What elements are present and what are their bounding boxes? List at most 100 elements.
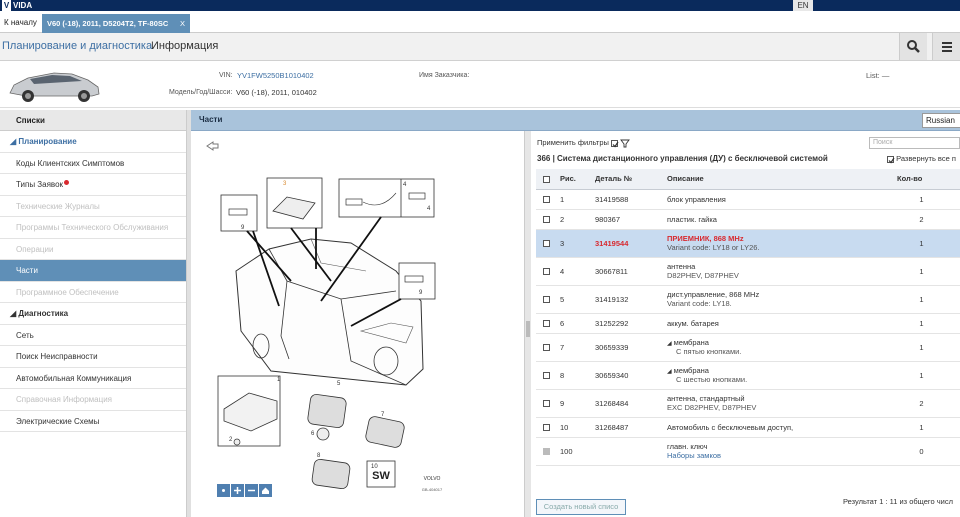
sidebar-item[interactable]: Сеть <box>0 325 186 346</box>
sidebar-item-label: Справочная Информация <box>16 395 113 404</box>
sidebar-item[interactable]: Коды Клиентских Симптомов <box>0 153 186 174</box>
row-part-number[interactable]: 30659339 <box>595 343 628 352</box>
sidebar-item: Операции <box>0 239 186 260</box>
sidebar-item[interactable]: Части <box>0 260 186 282</box>
table-row[interactable]: 100 главн. ключ Наборы замков 0 <box>536 437 960 466</box>
create-list-button[interactable]: Создать новый списо <box>536 499 626 515</box>
row-checkbox[interactable] <box>543 400 550 408</box>
exploded-diagram-image: SW VOLVO GB-404017 123 4456789910 <box>206 141 443 497</box>
sidebar-item[interactable]: ◢ Диагностика <box>0 303 186 325</box>
sidebar-item-label: Части <box>16 266 38 275</box>
col-description[interactable]: Описание <box>667 169 897 190</box>
row-subdescription: Variant code: LY18. <box>667 299 732 308</box>
col-quantity[interactable]: Кол-во <box>897 169 960 190</box>
diagram-callout-number[interactable]: 10 <box>371 464 378 470</box>
row-checkbox[interactable] <box>543 344 550 352</box>
sidebar-item-label: Программы Технического Обслуживания <box>16 223 169 232</box>
col-fig[interactable]: Рис. <box>560 169 595 190</box>
sidebar-item[interactable]: Типы Заявок <box>0 174 186 196</box>
table-row[interactable]: 4 30667811 антенна D82PHEV, D87PHEV 1 <box>536 257 960 286</box>
menu-button[interactable] <box>932 33 960 60</box>
row-checkbox[interactable] <box>543 240 550 248</box>
sidebar-item[interactable]: Автомобильная Коммуникация <box>0 368 186 389</box>
sidebar-item[interactable]: Электрические Схемы <box>0 411 186 432</box>
expand-all-label: Развернуть все п <box>896 154 956 163</box>
tab-home[interactable]: К началу <box>0 15 41 31</box>
row-description: Автомобиль с бесключевым доступ, <box>667 422 794 432</box>
vida-logo-icon: V <box>2 0 11 11</box>
row-subdescription: D82PHEV, D87PHEV <box>667 271 739 280</box>
diagram-callout-number[interactable]: 7 <box>381 412 385 418</box>
row-part-number[interactable]: 31268487 <box>595 423 628 432</box>
diagram-callout-number[interactable]: 6 <box>311 431 315 437</box>
language-switch[interactable]: EN <box>793 0 813 11</box>
row-quantity: 1 <box>919 318 924 328</box>
row-checkbox[interactable] <box>543 268 550 276</box>
select-all-checkbox[interactable] <box>543 175 550 183</box>
row-subdescription[interactable]: Наборы замков <box>667 451 897 460</box>
col-part-number[interactable]: Деталь № <box>595 169 667 190</box>
row-quantity: 1 <box>919 294 924 304</box>
row-description: мембрана <box>673 338 709 347</box>
check-icon <box>612 141 619 147</box>
search-button[interactable] <box>899 33 927 60</box>
row-part-number[interactable]: 31252292 <box>595 319 628 328</box>
row-checkbox[interactable] <box>543 372 550 380</box>
table-row[interactable]: 6 31252292 аккум. батарея 1 <box>536 313 960 334</box>
row-checkbox[interactable] <box>543 448 550 456</box>
row-part-number[interactable]: 31268484 <box>595 399 628 408</box>
row-part-number[interactable]: 30659340 <box>595 371 628 380</box>
close-tab-button[interactable]: X <box>180 14 185 33</box>
parts-diagram[interactable]: SW VOLVO GB-404017 1 2 3 4 4 5 6 7 8 9 9 10 <box>191 131 525 517</box>
table-row[interactable]: 2 980367 пластик. гайка 2 <box>536 209 960 230</box>
filter-icon[interactable] <box>620 139 630 148</box>
table-row[interactable]: 10 31268487 Автомобиль с бесключевым досту… <box>536 417 960 438</box>
diagram-zoom-controls[interactable] <box>217 484 272 497</box>
sidebar-item[interactable]: ◢ Планирование <box>0 131 186 153</box>
parts-search-input[interactable]: Поиск <box>869 137 960 149</box>
row-part-number[interactable]: 30667811 <box>595 267 628 276</box>
row-checkbox[interactable] <box>543 320 550 328</box>
table-row[interactable]: 3 31419544 ПРИЕМНИК, 868 MHz Variant code: … <box>536 229 960 258</box>
nav-planning-link[interactable]: Планирование и диагностика <box>2 40 152 52</box>
row-part-number[interactable]: 980367 <box>595 215 620 224</box>
vin-value[interactable]: YV1FW5250B1010402 <box>237 71 314 80</box>
expand-all-toggle[interactable]: Развернуть все п <box>887 154 956 163</box>
parts-table-header: Рис. Деталь № Описание Кол-во <box>536 169 960 190</box>
row-quantity: 1 <box>919 266 924 276</box>
sidebar-item[interactable]: Поиск Неисправности <box>0 346 186 368</box>
row-description: антенна <box>667 262 696 271</box>
expand-all-checkbox[interactable] <box>887 155 895 163</box>
tab-vehicle[interactable]: V60 (-18), 2011, D5204T2, TF-80SC X <box>42 14 190 33</box>
parts-title: Части <box>199 115 223 124</box>
diagram-callout-number[interactable]: 8 <box>317 453 321 459</box>
apply-filters-checkbox[interactable] <box>611 139 619 147</box>
language-select[interactable]: Russian <box>922 113 960 128</box>
row-checkbox[interactable] <box>543 424 550 432</box>
tab-vehicle-label: V60 (-18), 2011, D5204T2, TF-80SC <box>47 19 169 28</box>
table-row[interactable]: 8 30659340 ◢ мембрана С шестью кнопками. 1 <box>536 361 960 390</box>
row-part-number[interactable]: 31419132 <box>595 295 628 304</box>
row-checkbox[interactable] <box>543 216 550 224</box>
table-row[interactable]: 5 31419132 дист.управление, 868 MHz Variant… <box>536 285 960 314</box>
row-part-number[interactable]: 31419544 <box>595 239 628 248</box>
table-row[interactable]: 9 31268484 антенна, стандартный EXC D82PHEV… <box>536 389 960 418</box>
back-arrow-icon[interactable] <box>206 141 219 151</box>
row-part-number[interactable]: 31419588 <box>595 195 628 204</box>
table-row[interactable]: 1 31419588 блок управления 1 <box>536 189 960 210</box>
table-row[interactable]: 7 30659339 ◢ мембрана С пятью кнопками. 1 <box>536 333 960 362</box>
splitter-grip-icon <box>526 321 530 337</box>
row-checkbox[interactable] <box>543 296 550 304</box>
app-logo: V VIDA <box>2 0 32 11</box>
row-quantity: 1 <box>919 370 924 380</box>
sidebar-item-label: Электрические Схемы <box>16 416 100 426</box>
sidebar-item-label: Программное Обеспечение <box>16 287 119 297</box>
expand-triangle-icon[interactable]: ◢ <box>667 341 672 347</box>
row-description: ПРИЕМНИК, 868 MHz <box>667 234 744 243</box>
expand-triangle-icon[interactable]: ◢ <box>667 369 672 375</box>
nav-info-link[interactable]: Информация <box>151 40 218 52</box>
row-checkbox[interactable] <box>543 196 550 204</box>
sidebar-item: Программы Технического Обслуживания <box>0 217 186 239</box>
diagram-callout-number[interactable]: 5 <box>337 381 341 387</box>
row-fig: 4 <box>560 266 565 276</box>
